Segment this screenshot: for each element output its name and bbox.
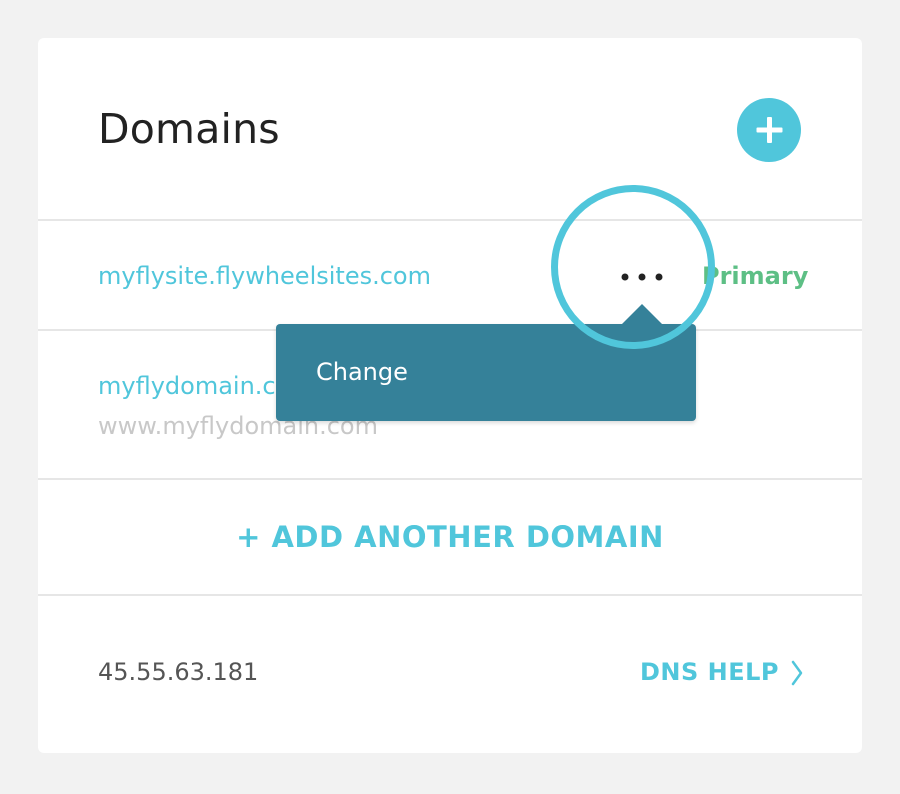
ip-address: 45.55.63.181 bbox=[98, 658, 259, 686]
domain-link-primary[interactable]: myflysite.flywheelsites.com bbox=[98, 261, 431, 291]
card-header: Domains bbox=[38, 38, 862, 220]
domain-options-button[interactable] bbox=[616, 259, 668, 295]
domains-card: Domains myflysite.flywheelsites.com Prim… bbox=[38, 38, 862, 753]
divider bbox=[38, 594, 862, 596]
dns-help-link[interactable]: DNS HELP bbox=[640, 657, 803, 687]
page-title: Domains bbox=[98, 105, 280, 153]
domain-options-popover: Change bbox=[276, 304, 696, 421]
divider bbox=[38, 219, 862, 221]
plus-icon bbox=[756, 117, 783, 143]
popover-arrow bbox=[622, 304, 662, 324]
dns-help-label: DNS HELP bbox=[640, 658, 780, 686]
divider bbox=[38, 478, 862, 480]
ellipsis-icon bbox=[621, 273, 663, 281]
add-domain-button[interactable] bbox=[737, 98, 801, 162]
domain-link-secondary[interactable]: myflydomain.c bbox=[98, 371, 276, 401]
chevron-right-icon bbox=[791, 660, 803, 686]
change-menu-item[interactable]: Change bbox=[316, 357, 408, 387]
add-another-domain-link[interactable]: + ADD ANOTHER DOMAIN bbox=[38, 517, 862, 557]
primary-status-label: Primary bbox=[702, 262, 809, 290]
